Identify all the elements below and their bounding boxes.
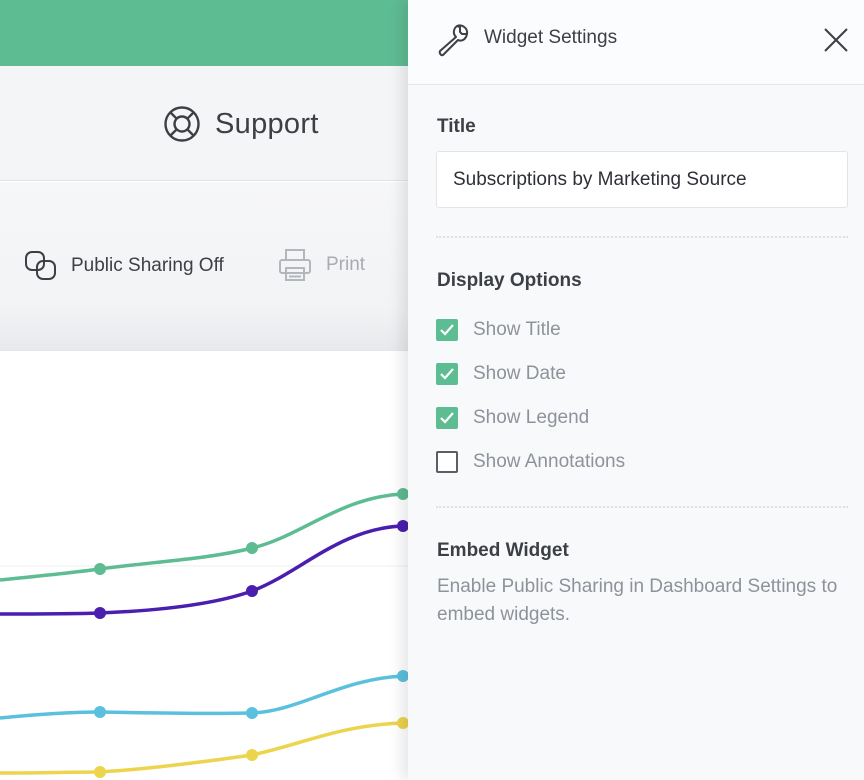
public-sharing-button[interactable]: Public Sharing Off [24,250,224,281]
wrench-icon [436,22,472,63]
data-point[interactable] [94,706,106,718]
series-line-purple [0,524,404,616]
title-section-label: Title [437,116,476,137]
show-title-label: Show Title [473,319,561,340]
panel-header: Widget Settings [408,0,864,85]
embed-widget-label: Embed Widget [437,540,569,561]
show-title-option[interactable]: Show Title [436,319,561,341]
show-annotations-checkbox[interactable] [436,451,458,473]
show-legend-checkbox[interactable] [436,407,458,429]
show-date-checkbox[interactable] [436,363,458,385]
link-icon [24,250,57,281]
show-legend-option[interactable]: Show Legend [436,407,589,429]
series-line-blue [0,674,404,720]
data-point[interactable] [246,542,258,554]
divider [436,236,848,238]
display-options-label: Display Options [437,270,582,291]
show-date-label: Show Date [473,363,566,384]
support-link[interactable]: Support [163,105,319,143]
data-point[interactable] [246,585,258,597]
series-line-green [0,492,404,582]
data-point[interactable] [94,766,106,778]
embed-widget-description: Enable Public Sharing in Dashboard Setti… [437,576,838,625]
show-legend-label: Show Legend [473,407,590,428]
print-label: Print [326,254,366,275]
panel-title: Widget Settings [484,27,618,48]
printer-icon [278,248,312,282]
support-label: Support [215,107,319,140]
show-date-option[interactable]: Show Date [436,363,566,385]
divider [436,506,848,508]
show-annotations-label: Show Annotations [473,451,626,472]
widget-title-input[interactable] [436,151,848,208]
data-point[interactable] [246,749,258,761]
close-icon[interactable] [823,27,849,53]
lifebuoy-icon [163,105,201,143]
data-point[interactable] [94,563,106,575]
public-sharing-label: Public Sharing Off [71,254,224,276]
print-button[interactable]: Print [278,248,365,282]
widget-settings-panel: Widget Settings Title Display Options Sh… [408,0,864,780]
data-point[interactable] [246,707,258,719]
show-title-checkbox[interactable] [436,319,458,341]
series-line-yellow [0,721,404,775]
show-annotations-option[interactable]: Show Annotations [436,451,625,473]
data-point[interactable] [94,607,106,619]
